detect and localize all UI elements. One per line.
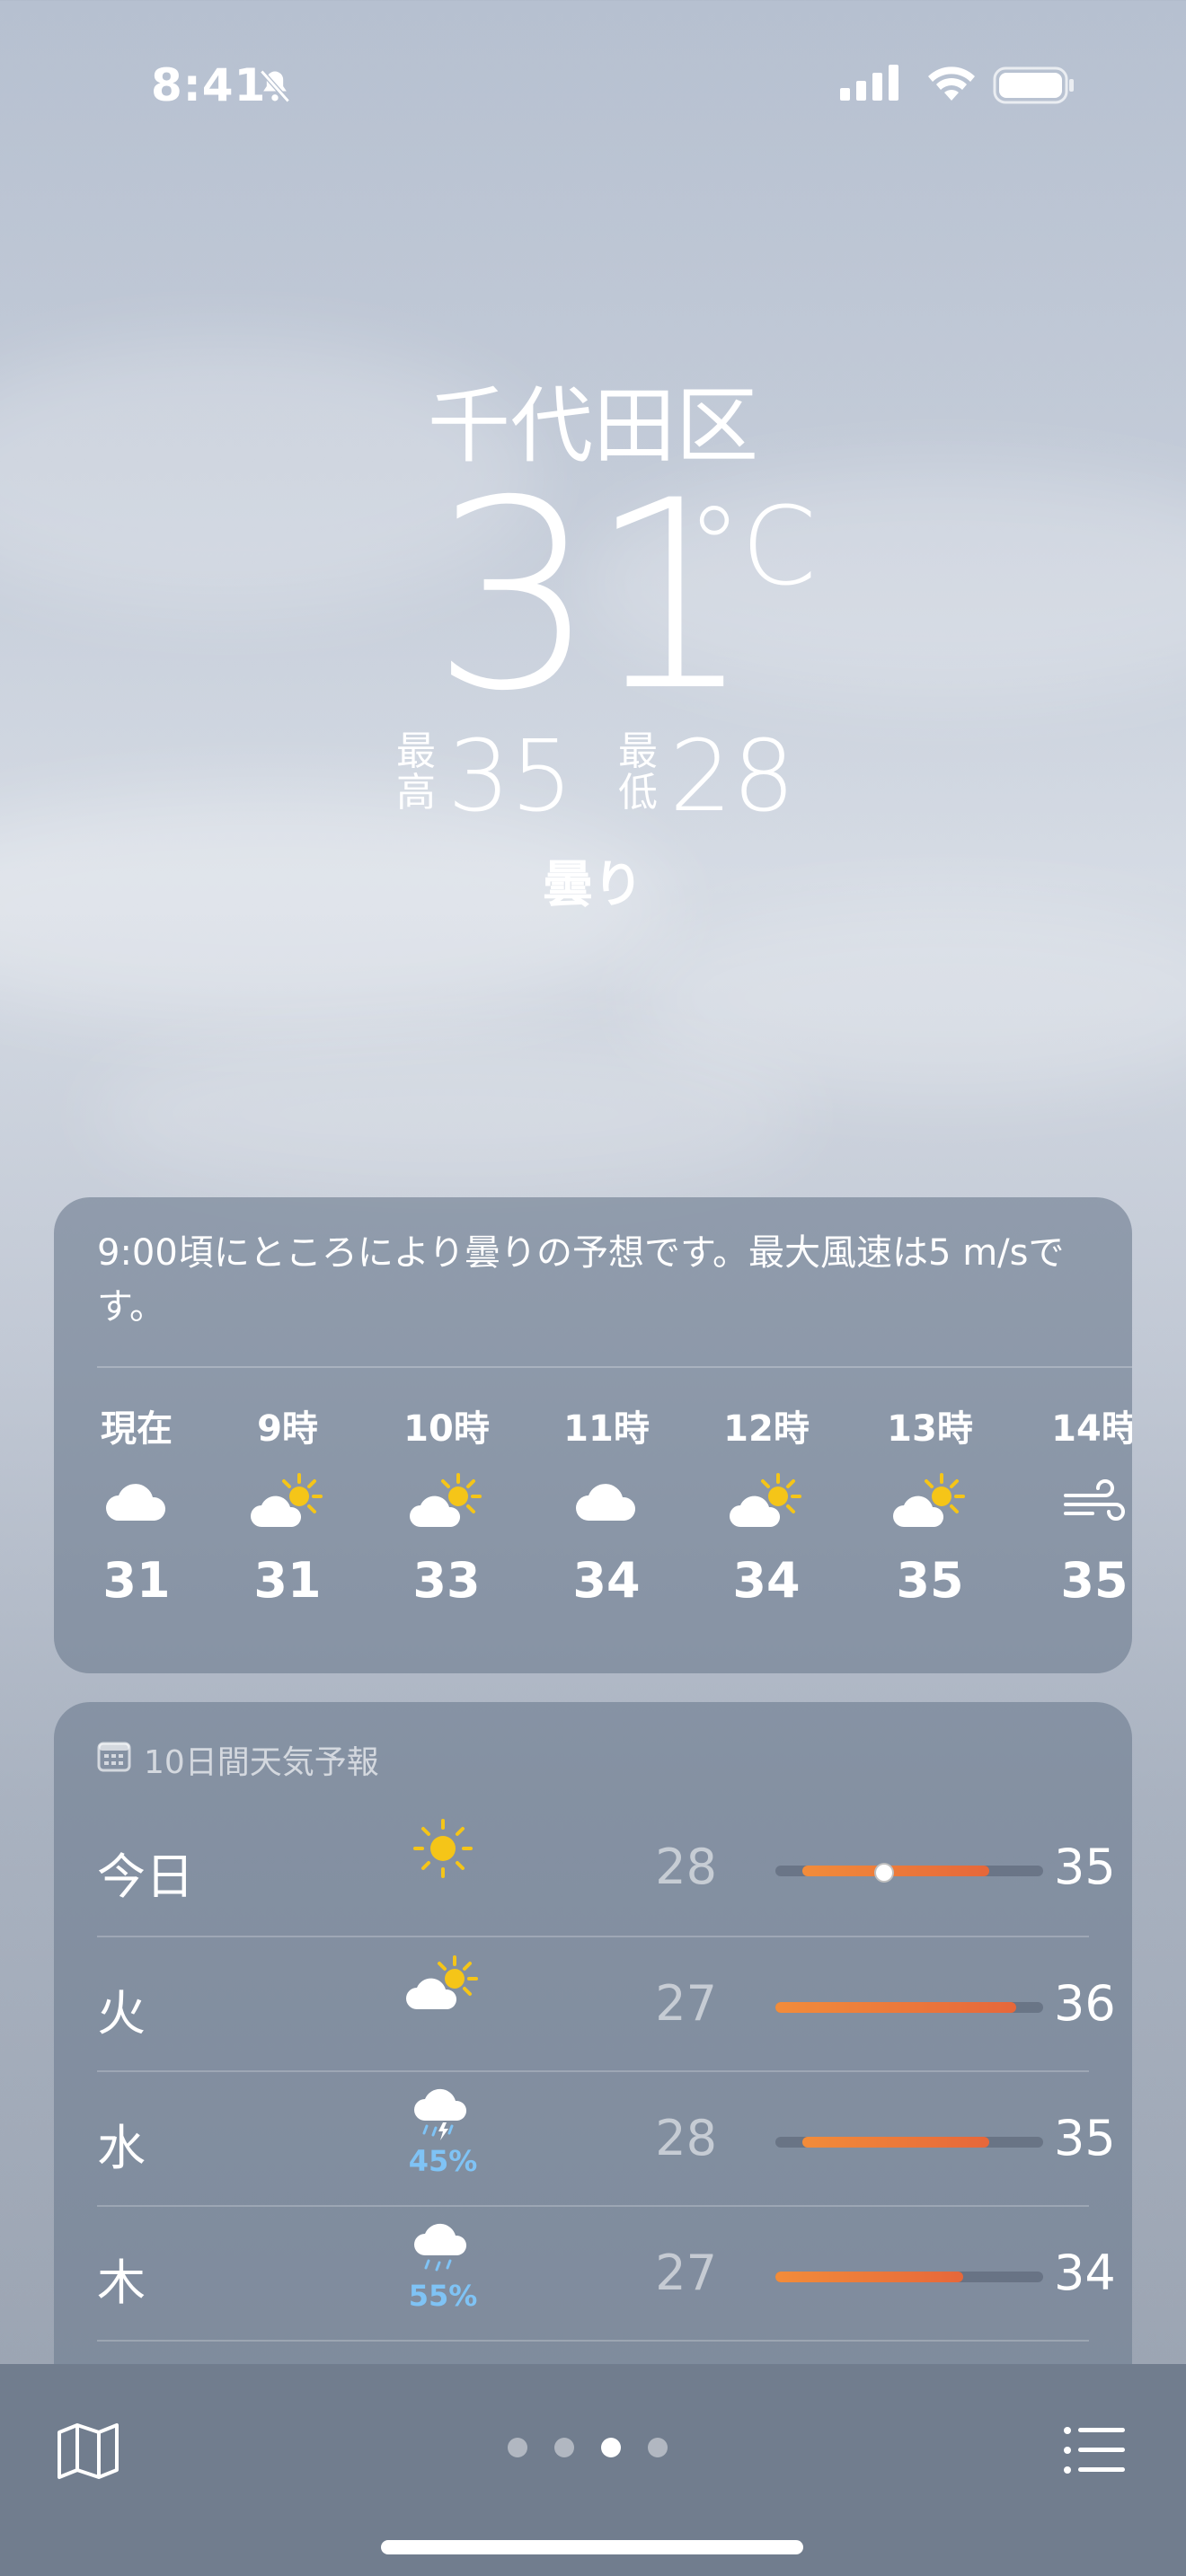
temp-range-bar: [775, 2137, 1043, 2148]
divider: [97, 1366, 1132, 1368]
temp-range-fill: [775, 2272, 963, 2282]
temp-range-bar: [775, 1863, 1043, 1883]
high-temperature: 35: [447, 719, 573, 834]
page-dot[interactable]: [554, 2438, 574, 2457]
day-label: 今日: [97, 1848, 194, 1905]
day-label: 水: [97, 2120, 146, 2176]
partly-sunny-icon: [394, 1954, 492, 2020]
page-dot[interactable]: [648, 2438, 668, 2457]
low-temp: 28: [655, 1839, 717, 1895]
wifi-icon: [925, 65, 978, 106]
high-low: 最高 35 最低 28: [0, 719, 1186, 835]
high-label: 最高: [396, 728, 436, 816]
battery-icon: [993, 66, 1075, 108]
precip-chance: 45%: [408, 2144, 478, 2178]
low-temp: 27: [655, 1975, 717, 2032]
map-icon[interactable]: [56, 2422, 120, 2484]
home-indicator[interactable]: [381, 2540, 803, 2554]
hourly-summary: 9:00頃にところにより曇りの予想です。最大風速は5 m/sです。: [97, 1232, 1065, 1328]
temp-range-bar: [775, 2272, 1043, 2282]
hour-item: 10時 33: [375, 1399, 518, 1609]
partly-sunny-icon: [375, 1453, 518, 1552]
cellular-signal-icon: [840, 65, 901, 104]
high-temp: 35: [1054, 2110, 1116, 2166]
list-icon[interactable]: [1062, 2425, 1127, 2479]
temp-range-fill: [775, 2002, 1017, 2013]
hour-item: 現在 31: [65, 1399, 208, 1609]
hour-item: 14時 35: [1022, 1399, 1132, 1609]
temp-range-bar: [775, 2002, 1043, 2013]
wind-icon: [1022, 1453, 1132, 1552]
low-temperature: 28: [669, 719, 795, 834]
forecast-row[interactable]: 火 27 36: [97, 1936, 1116, 2072]
partly-sunny-icon: [695, 1453, 838, 1552]
calendar-icon: [97, 1740, 131, 1780]
partly-sunny-icon: [858, 1453, 1002, 1552]
hour-item: 12時 34: [695, 1399, 838, 1609]
thunderstorm-icon: 45%: [394, 2088, 492, 2178]
cloud-icon: [65, 1453, 208, 1552]
condition: 曇り: [543, 856, 643, 914]
hourly-scroll[interactable]: 現在 31 9時 31 10時 33 11時 34 12時 34 13時 35 …: [54, 1399, 1132, 1651]
rain-icon: 55%: [394, 2223, 492, 2313]
hour-item: 13時 35: [858, 1399, 1002, 1609]
temp-range-fill: [801, 2137, 990, 2148]
forecast-row[interactable]: 水 45% 28 35: [97, 2070, 1116, 2207]
status-time: 8:41: [151, 59, 267, 111]
low-label: 最低: [618, 728, 658, 816]
low-temp: 28: [655, 2110, 717, 2166]
precip-chance: 55%: [408, 2279, 478, 2313]
temperature-unit: °C: [687, 485, 817, 610]
current-temp-marker: [874, 1863, 895, 1883]
day-label: 火: [97, 1985, 146, 2042]
page-dot[interactable]: [508, 2438, 527, 2457]
high-temp: 36: [1054, 1975, 1116, 2032]
forecast-header: 10日間天気予報: [97, 1736, 379, 1783]
partly-sunny-icon: [216, 1453, 359, 1552]
high-temp: 34: [1054, 2245, 1116, 2301]
cloud-icon: [535, 1453, 678, 1552]
bell-slash-icon: [255, 66, 295, 110]
high-temp: 35: [1054, 1839, 1116, 1895]
sun-icon: [394, 1817, 492, 1883]
low-temp: 27: [655, 2245, 717, 2301]
forecast-row[interactable]: 今日 28 35: [97, 1801, 1116, 1936]
forecast-row[interactable]: 木 55% 27 34: [97, 2205, 1116, 2342]
page-dot-active[interactable]: [601, 2438, 621, 2457]
status-bar: 8:41: [0, 54, 1186, 117]
hourly-forecast-card[interactable]: 9:00頃にところにより曇りの予想です。最大風速は5 m/sです。 現在 31 …: [54, 1197, 1132, 1673]
hour-item: 11時 34: [535, 1399, 678, 1609]
hour-item: 9時 31: [216, 1399, 359, 1609]
temp-range-fill: [801, 1866, 990, 1876]
page-indicator[interactable]: [508, 2438, 668, 2457]
day-label: 木: [97, 2254, 146, 2311]
